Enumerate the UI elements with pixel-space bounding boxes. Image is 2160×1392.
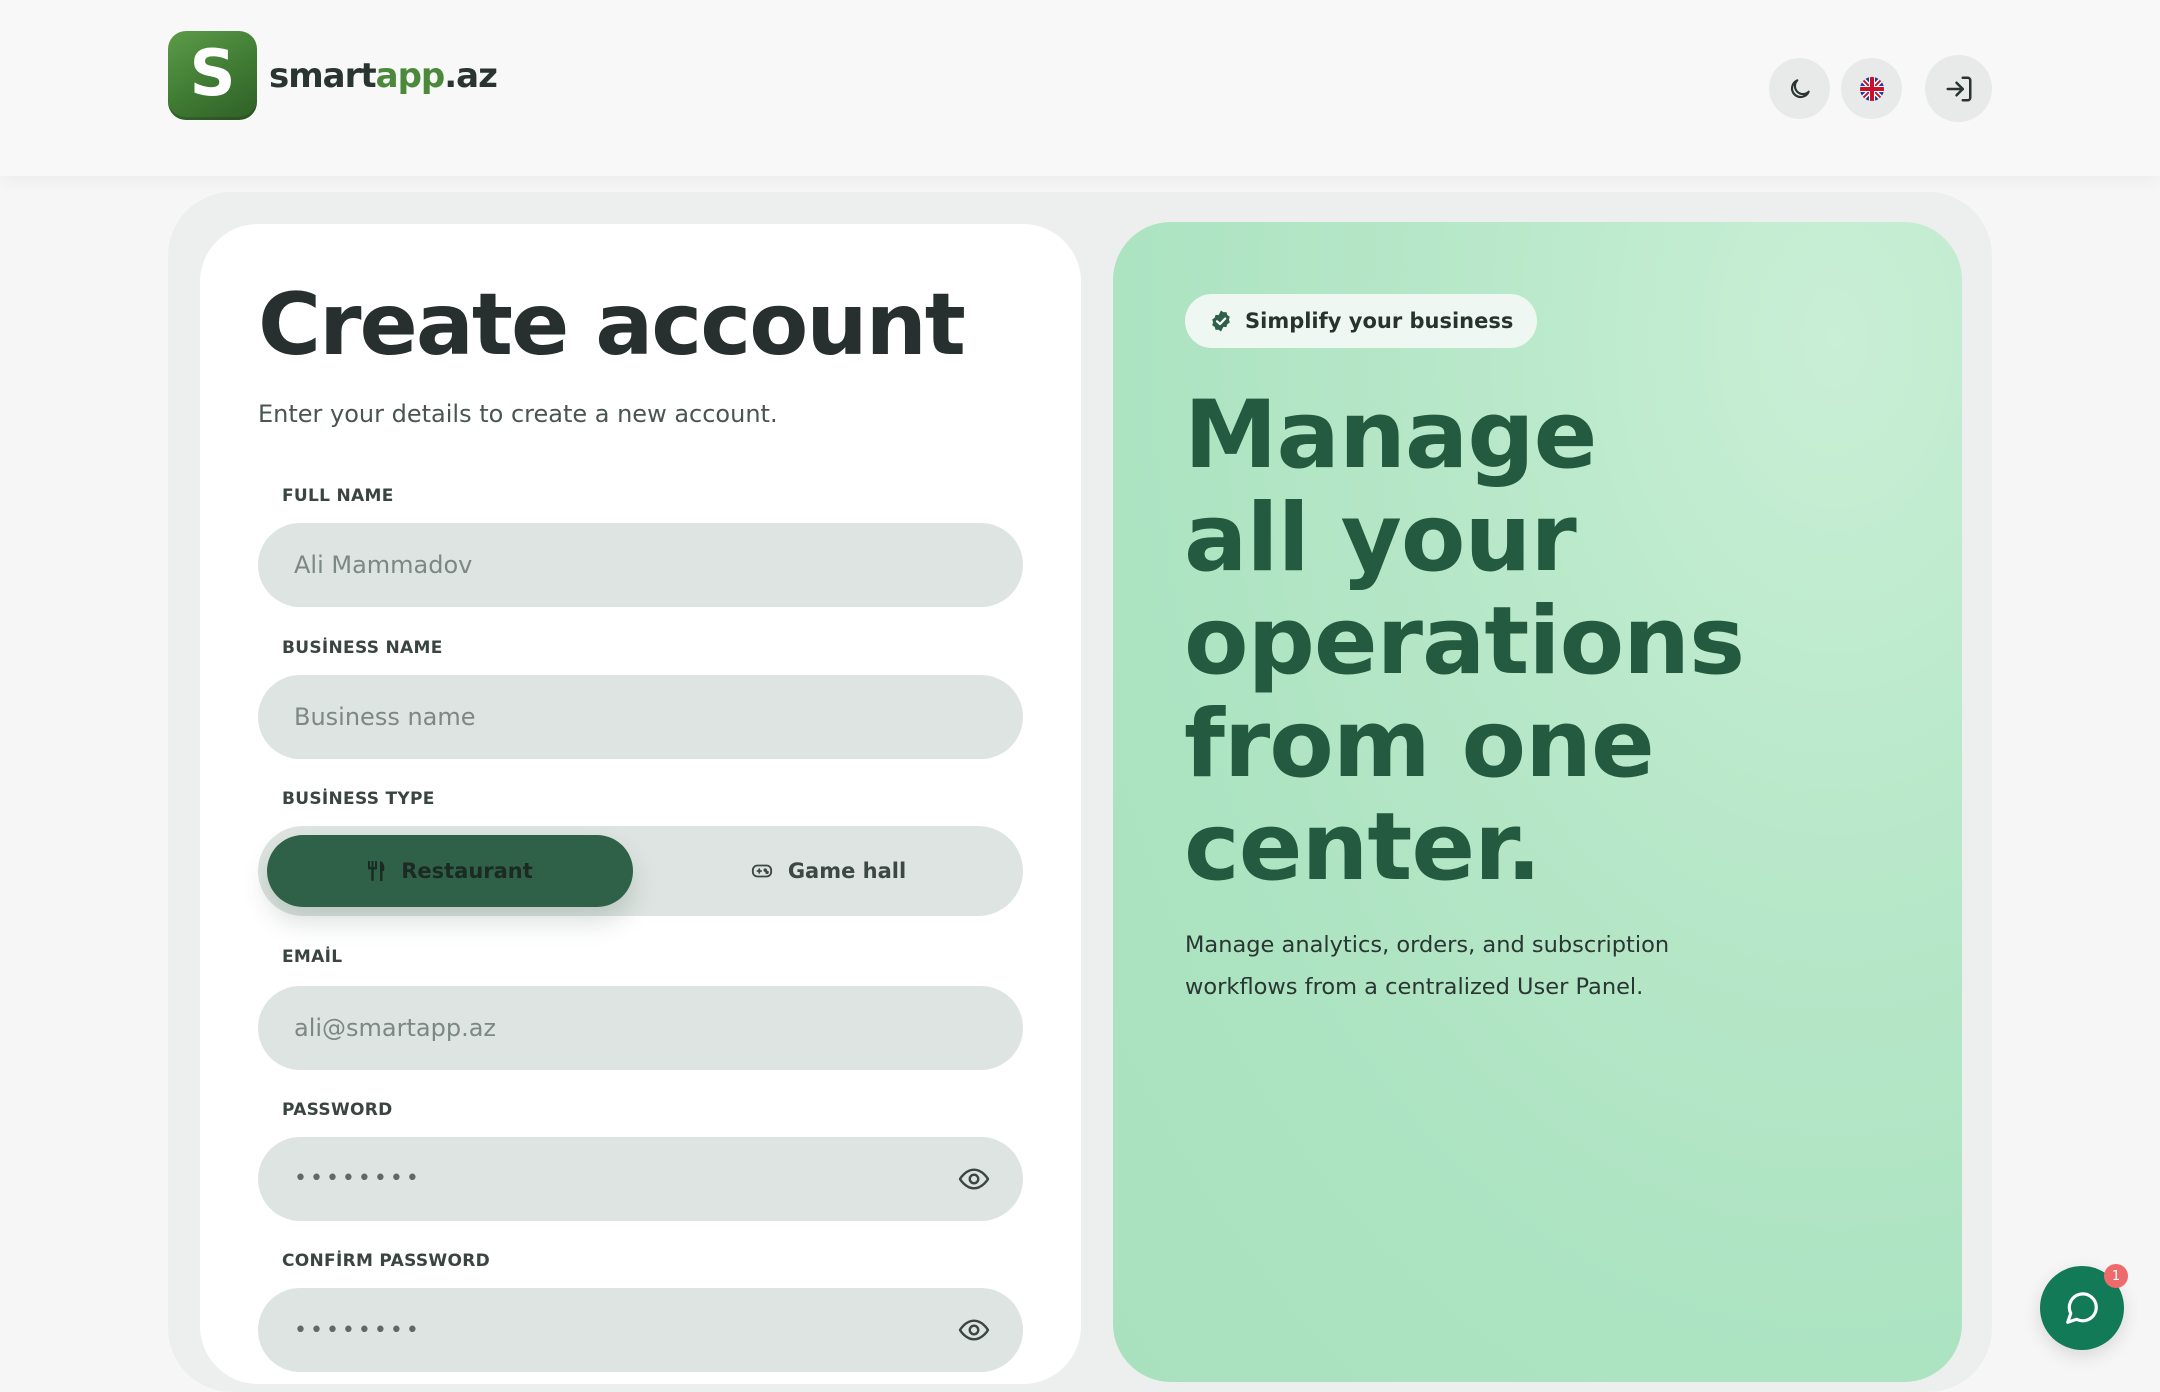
business-name-label: BUSİNESS NAME <box>282 638 443 658</box>
password-label: PASSWORD <box>282 1100 393 1120</box>
top-header: S smartapp.az <box>0 0 2160 176</box>
login-button[interactable] <box>1925 55 1992 122</box>
game-hall-label: Game hall <box>787 859 907 883</box>
chat-bubble-icon <box>2066 1292 2098 1324</box>
hero-chip-label: Simplify your business <box>1245 309 1514 333</box>
page-title: Create account <box>258 275 966 375</box>
chat-notification-badge: 1 <box>2104 1264 2128 1288</box>
business-type-selector: Restaurant Game hall <box>258 826 1023 916</box>
page-subtitle: Enter your details to create a new accou… <box>258 400 778 428</box>
uk-flag-icon <box>1859 76 1884 101</box>
logo-mark: S <box>168 31 257 120</box>
gamepad-icon <box>751 864 772 878</box>
logo-text-smart: smart <box>269 55 377 96</box>
theme-toggle-button[interactable] <box>1769 58 1830 119</box>
logo-letter: S <box>189 36 236 111</box>
hero-title: Manage all your operations from one cent… <box>1184 381 1745 902</box>
verified-badge-icon <box>1212 310 1230 332</box>
hero-description: Manage analytics, orders, and subscripti… <box>1185 932 1670 1000</box>
fork-knife-icon <box>368 861 385 881</box>
full-name-label: FULL NAME <box>282 486 394 506</box>
logo-text-domain: .az <box>444 55 498 96</box>
business-type-label: BUSİNESS TYPE <box>282 789 435 809</box>
full-name-input[interactable] <box>258 523 1023 607</box>
show-confirm-password-eye-icon[interactable] <box>958 1314 990 1346</box>
business-type-restaurant[interactable]: Restaurant <box>267 835 633 907</box>
show-password-eye-icon[interactable] <box>958 1163 990 1195</box>
logo-text-app: app <box>375 55 446 96</box>
moon-icon <box>1790 78 1810 98</box>
confirm-password-value: •••••••• <box>294 1318 422 1343</box>
hero-chip: Simplify your business <box>1185 294 1538 348</box>
password-value: •••••••• <box>294 1166 422 1191</box>
restaurant-label: Restaurant <box>401 859 533 883</box>
confirm-password-label: CONFİRM PASSWORD <box>282 1251 491 1271</box>
language-button[interactable] <box>1841 58 1902 119</box>
brand-logo[interactable]: S smartapp.az <box>168 31 498 120</box>
business-name-input[interactable] <box>258 675 1023 759</box>
email-input[interactable] <box>258 986 1023 1070</box>
email-label: EMAİL <box>282 947 343 967</box>
login-icon <box>1946 76 1971 101</box>
business-type-game-hall[interactable]: Game hall <box>642 835 1014 907</box>
logo-text: smartapp.az <box>269 55 498 96</box>
